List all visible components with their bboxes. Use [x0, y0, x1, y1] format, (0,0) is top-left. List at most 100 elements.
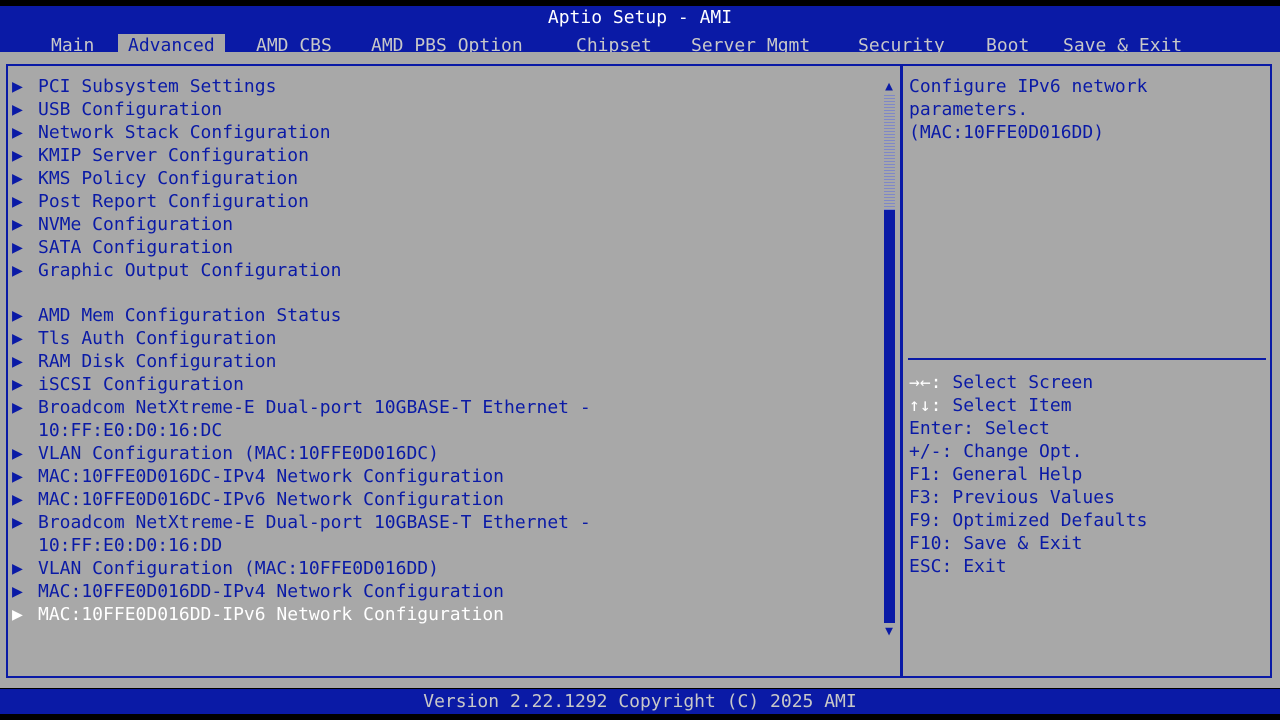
menu-item-vlan-configuration-dc[interactable]: ▶VLAN Configuration (MAC:10FFE0D016DC): [12, 442, 439, 465]
menu-item-broadcom-netxtreme-dd[interactable]: ▶Broadcom NetXtreme-E Dual-port 10GBASE-…: [12, 511, 591, 534]
menu-item-graphic-output-configuration[interactable]: ▶Graphic Output Configuration: [12, 259, 341, 282]
help-description-line: (MAC:10FFE0D016DD): [909, 121, 1104, 144]
menu-item-kms-policy-configuration[interactable]: ▶KMS Policy Configuration: [12, 167, 298, 190]
menu-item-label: NVMe Configuration: [38, 214, 233, 235]
help-description-line: Configure IPv6 network: [909, 75, 1147, 98]
menu-item-label: MAC:10FFE0D016DC-IPv6 Network Configurat…: [38, 489, 504, 510]
submenu-arrow-icon: ▶: [12, 144, 38, 167]
key-hint-key: +/-:: [909, 441, 952, 462]
submenu-arrow-icon: ▶: [12, 442, 38, 465]
key-hint-action: Select Item: [942, 395, 1072, 416]
key-hint-action: General Help: [942, 464, 1083, 485]
menu-item-label: SATA Configuration: [38, 237, 233, 258]
menu-item-label: RAM Disk Configuration: [38, 351, 276, 372]
menu-item-label: MAC:10FFE0D016DD-IPv4 Network Configurat…: [38, 581, 504, 602]
menu-item-post-report-configuration[interactable]: ▶Post Report Configuration: [12, 190, 309, 213]
menu-item-ipv4-network-configuration-dd[interactable]: ▶MAC:10FFE0D016DD-IPv4 Network Configura…: [12, 580, 504, 603]
menu-item-label: Graphic Output Configuration: [38, 260, 341, 281]
submenu-arrow-icon: ▶: [12, 603, 38, 626]
submenu-arrow-icon: ▶: [12, 488, 38, 511]
help-divider: [908, 358, 1266, 360]
submenu-arrow-icon: ▶: [12, 121, 38, 144]
menu-item-broadcom-mac-dc[interactable]: 10:FF:E0:D0:16:DC: [12, 419, 222, 442]
panel-divider: [900, 64, 903, 678]
menu-item-label: KMS Policy Configuration: [38, 168, 298, 189]
menu-item-label: Network Stack Configuration: [38, 122, 331, 143]
submenu-arrow-icon: ▶: [12, 259, 38, 282]
bios-title: Aptio Setup - AMI: [0, 7, 1280, 29]
menu-item-label: iSCSI Configuration: [38, 374, 244, 395]
help-description-line: parameters.: [909, 98, 1028, 121]
menu-item-label: PCI Subsystem Settings: [38, 76, 276, 97]
key-hint-select-screen: →←: Select Screen: [909, 371, 1093, 394]
submenu-arrow-icon: ▶: [12, 75, 38, 98]
key-hint-key: Enter:: [909, 418, 974, 439]
scroll-down-arrow-icon[interactable]: ▼: [882, 625, 896, 639]
submenu-arrow-icon: ▶: [12, 236, 38, 259]
menu-item-label: 10:FF:E0:D0:16:DC: [38, 420, 222, 441]
menu-item-vlan-configuration-dd[interactable]: ▶VLAN Configuration (MAC:10FFE0D016DD): [12, 557, 439, 580]
key-hint-key: →←:: [909, 372, 942, 393]
key-hint-key: F9:: [909, 510, 942, 531]
menu-item-label: KMIP Server Configuration: [38, 145, 309, 166]
menu-item-kmip-server-configuration[interactable]: ▶KMIP Server Configuration: [12, 144, 309, 167]
menu-item-ipv6-network-configuration-dc[interactable]: ▶MAC:10FFE0D016DC-IPv6 Network Configura…: [12, 488, 504, 511]
key-hint-action: Exit: [952, 556, 1006, 577]
submenu-arrow-icon: ▶: [12, 511, 38, 534]
key-hint-optimized-defaults: F9: Optimized Defaults: [909, 509, 1147, 532]
submenu-arrow-icon: ▶: [12, 373, 38, 396]
version-text: Version 2.22.1292 Copyright (C) 2025 AMI: [0, 690, 1280, 713]
menu-item-label: Tls Auth Configuration: [38, 328, 276, 349]
submenu-arrow-icon: ▶: [12, 167, 38, 190]
key-hint-action: Change Opt.: [952, 441, 1082, 462]
submenu-arrow-icon: ▶: [12, 327, 38, 350]
menu-item-broadcom-netxtreme-dc[interactable]: ▶Broadcom NetXtreme-E Dual-port 10GBASE-…: [12, 396, 591, 419]
submenu-arrow-icon: ▶: [12, 190, 38, 213]
key-hint-action: Previous Values: [942, 487, 1115, 508]
scroll-up-arrow-icon[interactable]: ▲: [882, 80, 896, 94]
key-hint-key: ESC:: [909, 556, 952, 577]
menu-item-label: Post Report Configuration: [38, 191, 309, 212]
key-hint-key: F10:: [909, 533, 952, 554]
key-hint-key: F3:: [909, 487, 942, 508]
menu-item-label: AMD Mem Configuration Status: [38, 305, 341, 326]
scrollbar[interactable]: [884, 94, 895, 623]
menu-item-label: Broadcom NetXtreme-E Dual-port 10GBASE-T…: [38, 512, 591, 533]
key-hint-key: F1:: [909, 464, 942, 485]
key-hint-previous-values: F3: Previous Values: [909, 486, 1115, 509]
key-hint-action: Optimized Defaults: [942, 510, 1148, 531]
menu-item-label: 10:FF:E0:D0:16:DD: [38, 535, 222, 556]
menu-item-ipv4-network-configuration-dc[interactable]: ▶MAC:10FFE0D016DC-IPv4 Network Configura…: [12, 465, 504, 488]
menu-item-tls-auth-configuration[interactable]: ▶Tls Auth Configuration: [12, 327, 276, 350]
menu-item-label: USB Configuration: [38, 99, 222, 120]
menu-item-network-stack-configuration[interactable]: ▶Network Stack Configuration: [12, 121, 331, 144]
menu-item-usb-configuration[interactable]: ▶USB Configuration: [12, 98, 222, 121]
submenu-arrow-icon: ▶: [12, 98, 38, 121]
key-hint-change-opt: +/-: Change Opt.: [909, 440, 1082, 463]
menu-item-label: Broadcom NetXtreme-E Dual-port 10GBASE-T…: [38, 397, 591, 418]
menu-item-label: VLAN Configuration (MAC:10FFE0D016DD): [38, 558, 439, 579]
menu-item-iscsi-configuration[interactable]: ▶iSCSI Configuration: [12, 373, 244, 396]
key-hint-exit: ESC: Exit: [909, 555, 1007, 578]
key-hint-enter: Enter: Select: [909, 417, 1050, 440]
menu-item-pci-subsystem-settings[interactable]: ▶PCI Subsystem Settings: [12, 75, 276, 98]
key-hint-general-help: F1: General Help: [909, 463, 1082, 486]
submenu-arrow-icon: ▶: [12, 580, 38, 603]
key-hint-save-exit: F10: Save & Exit: [909, 532, 1082, 555]
menu-item-ipv6-network-configuration-dd[interactable]: ▶MAC:10FFE0D016DD-IPv6 Network Configura…: [12, 603, 504, 626]
key-hint-action: Save & Exit: [952, 533, 1082, 554]
submenu-arrow-icon: ▶: [12, 213, 38, 236]
key-hint-select-item: ↑↓: Select Item: [909, 394, 1072, 417]
menu-item-nvme-configuration[interactable]: ▶NVMe Configuration: [12, 213, 233, 236]
menu-item-amd-mem-configuration-status[interactable]: ▶AMD Mem Configuration Status: [12, 304, 341, 327]
menu-item-label: MAC:10FFE0D016DC-IPv4 Network Configurat…: [38, 466, 504, 487]
status-bar: Version 2.22.1292 Copyright (C) 2025 AMI: [0, 689, 1280, 714]
menu-item-label: MAC:10FFE0D016DD-IPv6 Network Configurat…: [38, 604, 504, 625]
submenu-arrow-icon: ▶: [12, 304, 38, 327]
menu-item-sata-configuration[interactable]: ▶SATA Configuration: [12, 236, 233, 259]
scrollbar-thumb[interactable]: [884, 94, 895, 210]
title-bar: Aptio Setup - AMI Main Advanced AMD CBS …: [0, 6, 1280, 52]
menu-item-ram-disk-configuration[interactable]: ▶RAM Disk Configuration: [12, 350, 276, 373]
setup-content-area: ▶PCI Subsystem Settings ▶USB Configurati…: [0, 52, 1280, 688]
menu-item-broadcom-mac-dd[interactable]: 10:FF:E0:D0:16:DD: [12, 534, 222, 557]
